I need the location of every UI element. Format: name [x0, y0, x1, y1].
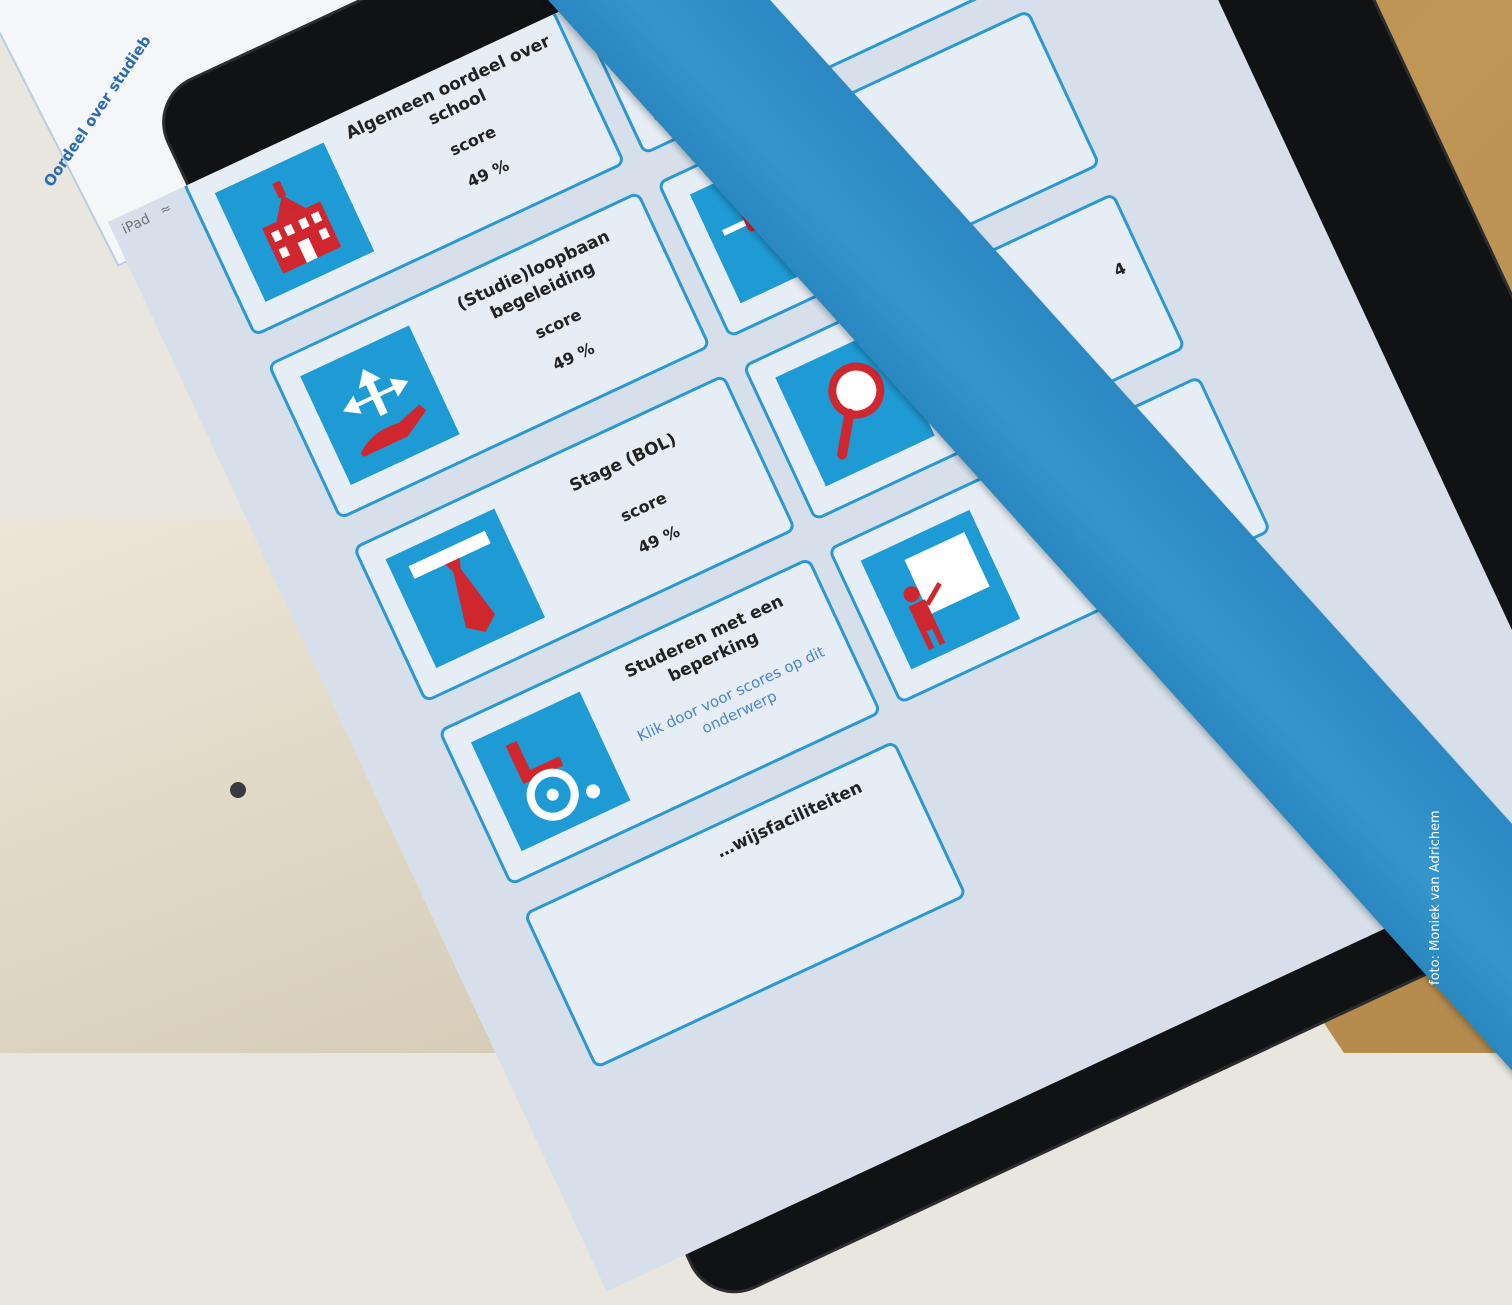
necktie-icon — [385, 508, 546, 669]
tablet-camera — [230, 782, 246, 798]
photo-credit: foto: Moniek van Adrichem — [1428, 810, 1443, 985]
crossroads-arrows-icon — [300, 325, 460, 485]
partial-score: 4 — [1110, 258, 1129, 281]
wifi-icon: ≈ — [157, 200, 174, 220]
school-building-icon — [214, 142, 375, 302]
teacher-board-icon — [860, 509, 1021, 670]
device-label: iPad — [119, 210, 153, 238]
wheelchair-icon — [470, 691, 631, 852]
